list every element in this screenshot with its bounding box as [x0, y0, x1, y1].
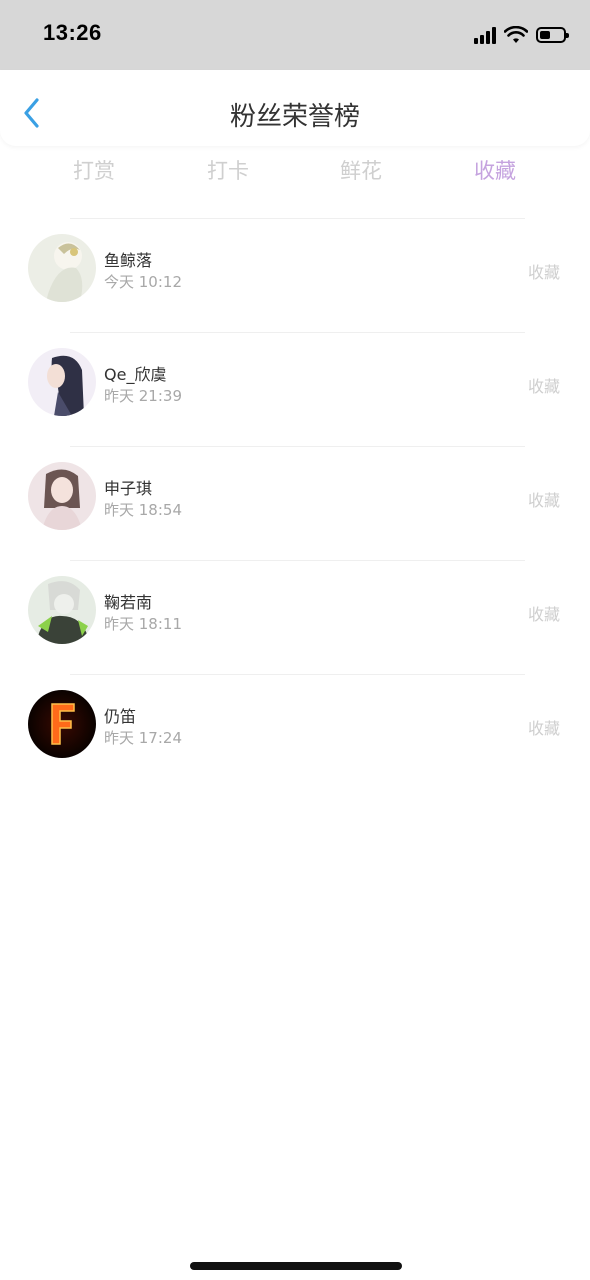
fan-action: 收藏 — [527, 719, 560, 738]
fan-name: 鱼鲸落 — [104, 251, 153, 270]
fan-time: 昨天 17:24 — [104, 729, 182, 747]
list-item[interactable]: Qe_欣虞 昨天 21:39 收藏 — [0, 333, 590, 446]
fan-name: 仍笛 — [104, 707, 137, 726]
list-item[interactable]: 鱼鲸落 今天 10:12 收藏 — [0, 219, 590, 332]
list-item[interactable]: 仍笛 昨天 17:24 收藏 — [0, 675, 590, 788]
tab-favorites[interactable]: 收藏 — [435, 155, 555, 185]
home-indicator[interactable] — [190, 1262, 402, 1270]
battery-icon — [536, 27, 569, 43]
avatar[interactable] — [28, 234, 96, 302]
page-title: 粉丝荣誉榜 — [229, 102, 360, 132]
status-bar: 13:26 — [0, 0, 590, 70]
wifi-icon — [504, 26, 528, 43]
cellular-signal-icon — [474, 26, 496, 44]
avatar[interactable] — [28, 462, 96, 530]
fan-name: 申子琪 — [104, 479, 153, 498]
status-time: 13:26 — [43, 20, 102, 45]
list-item[interactable]: 申子琪 昨天 18:54 收藏 — [0, 447, 590, 560]
fan-time: 昨天 21:39 — [104, 387, 182, 405]
status-icons — [474, 24, 569, 46]
fan-action: 收藏 — [527, 605, 560, 624]
fan-action: 收藏 — [527, 377, 560, 396]
tab-reward[interactable]: 打赏 — [34, 155, 154, 185]
fan-action: 收藏 — [527, 263, 560, 282]
tab-checkin[interactable]: 打卡 — [168, 155, 288, 185]
tab-bar: 打赏 打卡 鲜花 收藏 — [0, 155, 590, 195]
avatar[interactable] — [28, 348, 96, 416]
fan-name: Qe_欣虞 — [104, 365, 167, 384]
fan-name: 鞠若南 — [104, 593, 153, 612]
list-item[interactable]: 鞠若南 昨天 18:11 收藏 — [0, 561, 590, 674]
avatar[interactable] — [28, 576, 96, 644]
avatar[interactable] — [28, 690, 96, 758]
fan-action: 收藏 — [527, 491, 560, 510]
tab-flowers[interactable]: 鲜花 — [301, 155, 421, 185]
fan-time: 昨天 18:11 — [104, 615, 182, 633]
fan-time: 昨天 18:54 — [104, 501, 182, 519]
fan-time: 今天 10:12 — [104, 273, 182, 291]
navigation-bar: 粉丝荣誉榜 — [0, 70, 590, 146]
